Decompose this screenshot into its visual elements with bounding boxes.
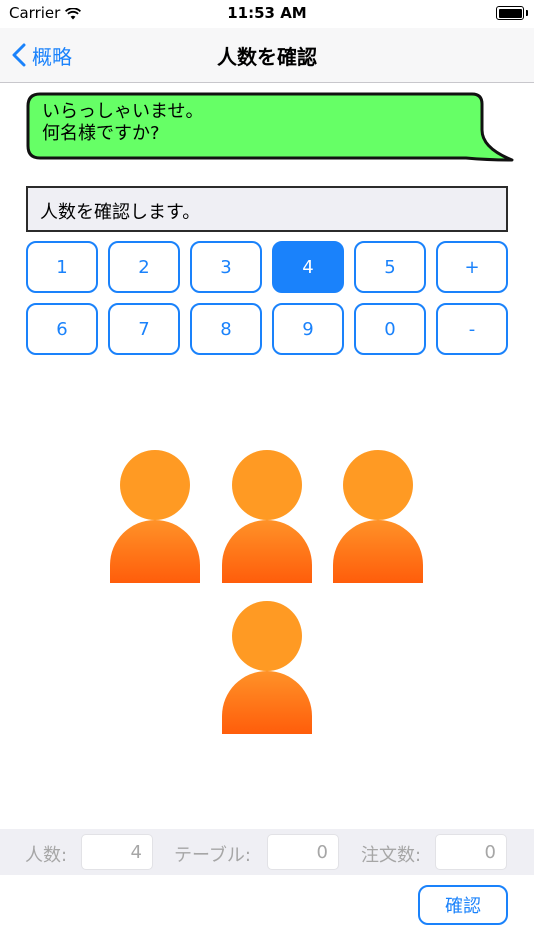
person-body xyxy=(222,671,312,734)
clock-label: 11:53 AM xyxy=(227,4,307,22)
person-body xyxy=(110,520,200,583)
key-9[interactable]: 9 xyxy=(272,303,344,355)
confirm-button[interactable]: 確認 xyxy=(418,885,508,925)
key-2[interactable]: 2 xyxy=(108,241,180,293)
key-6[interactable]: 6 xyxy=(26,303,98,355)
key-minus[interactable]: - xyxy=(436,303,508,355)
people-count-label: 人数: xyxy=(25,845,68,866)
person-head xyxy=(232,450,302,520)
navigation-bar: 概略 人数を確認 xyxy=(0,28,534,83)
person-head xyxy=(343,450,413,520)
person-body xyxy=(333,520,423,583)
instruction-box: 人数を確認します。 xyxy=(26,186,508,232)
number-keypad: 1 2 3 4 5 + 6 7 8 9 0 - xyxy=(26,241,508,355)
status-bar: Carrier 11:53 AM xyxy=(0,0,534,28)
person-head xyxy=(232,601,302,671)
key-5[interactable]: 5 xyxy=(354,241,426,293)
key-3[interactable]: 3 xyxy=(190,241,262,293)
key-4[interactable]: 4 xyxy=(272,241,344,293)
greeting-line: 何名様ですか? xyxy=(42,123,160,144)
greeting-line: いらっしゃいませ。 xyxy=(42,101,204,122)
person-icon xyxy=(222,601,312,736)
greeting-text: いらっしゃいませ。 何名様ですか? xyxy=(42,101,203,145)
key-plus[interactable]: + xyxy=(436,241,508,293)
key-7[interactable]: 7 xyxy=(108,303,180,355)
battery-icon xyxy=(496,6,524,20)
person-head xyxy=(120,450,190,520)
battery-tip xyxy=(525,10,528,16)
speech-bubble: いらっしゃいませ。 何名様ですか? xyxy=(26,92,514,164)
table-number-field[interactable]: 0 xyxy=(267,834,339,870)
summary-toolbar: 人数: 4 テーブル: 0 注文数: 0 xyxy=(0,829,534,875)
person-body xyxy=(222,520,312,583)
key-0[interactable]: 0 xyxy=(354,303,426,355)
table-label: テーブル: xyxy=(174,845,251,866)
page-title: 人数を確認 xyxy=(217,45,317,69)
order-count-label: 注文数: xyxy=(361,845,422,866)
key-8[interactable]: 8 xyxy=(190,303,262,355)
order-count-field[interactable]: 0 xyxy=(435,834,507,870)
person-icon xyxy=(333,450,423,585)
key-1[interactable]: 1 xyxy=(26,241,98,293)
people-count-field[interactable]: 4 xyxy=(81,834,153,870)
person-icon xyxy=(222,450,312,585)
person-icon xyxy=(110,450,200,585)
